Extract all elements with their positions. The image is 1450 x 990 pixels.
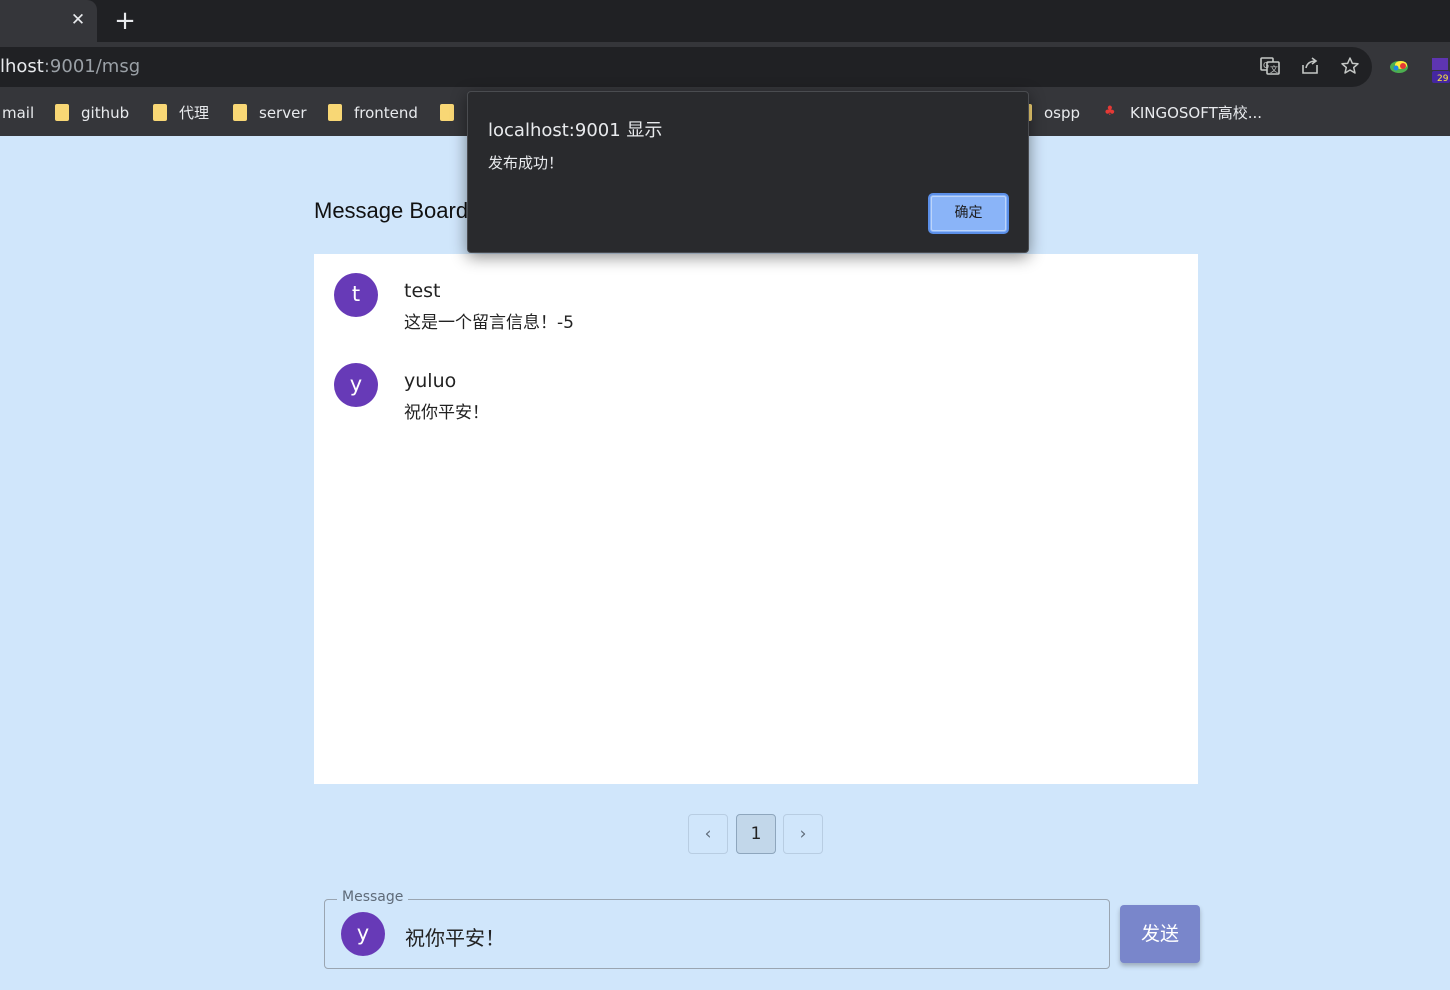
avatar: y (334, 363, 378, 407)
new-tab-icon[interactable]: + (113, 8, 137, 34)
colorful-extension-icon[interactable] (1387, 54, 1413, 80)
avatar: y (341, 912, 385, 956)
folder-icon (440, 103, 454, 121)
purple-extension-icon[interactable]: 29 (1428, 56, 1450, 84)
translate-icon[interactable]: G文 (1259, 56, 1281, 78)
bookmark-github[interactable]: github (55, 94, 129, 134)
bookmark-label: mail (2, 104, 35, 122)
alert-dialog: localhost:9001 显示 发布成功！ 确定 (467, 91, 1029, 253)
extension-badge: 29 (1437, 74, 1449, 84)
tab-strip: ✕ + (0, 0, 1450, 42)
bookmark-hidden-folder[interactable] (440, 94, 466, 134)
bookmark-label: server (259, 104, 307, 122)
bookmark-label: github (81, 104, 130, 122)
kingosoft-icon: ♣ (1104, 104, 1116, 119)
svg-text:G: G (1263, 61, 1269, 70)
bookmark-label: 代理 (179, 104, 210, 122)
next-page-button[interactable]: › (783, 814, 823, 854)
message-username: yuluo (404, 370, 457, 392)
svg-text:文: 文 (1270, 64, 1278, 74)
url-path: :9001/msg (43, 56, 141, 77)
url-host: lhost (0, 56, 44, 77)
message-text: 祝你平安！ (404, 403, 489, 423)
message-username: test (404, 280, 441, 302)
bookmark-mail[interactable]: mail (2, 94, 34, 134)
bookmark-label: ospp (1044, 104, 1081, 122)
bookmark-label: KINGOSOFT高校... (1130, 104, 1263, 122)
ok-button[interactable]: 确定 (928, 193, 1009, 234)
chevron-left-icon: ‹ (704, 824, 712, 844)
bookmark-label: frontend (354, 104, 418, 122)
send-button[interactable]: 发送 (1120, 905, 1200, 963)
url-text[interactable]: lhost:9001/msg (0, 47, 140, 87)
address-bar[interactable]: lhost:9001/msg G文 (0, 47, 1372, 87)
chevron-right-icon: › (799, 824, 807, 844)
folder-icon (55, 103, 69, 121)
list-item: t test 这是一个留言信息！-5 (334, 272, 1174, 333)
page-1-button[interactable]: 1 (736, 814, 776, 854)
bookmark-kingosoft[interactable]: ♣ KINGOSOFT高校... (1104, 94, 1262, 134)
page-title: Message Board (314, 198, 469, 223)
dialog-message: 发布成功！ (488, 154, 564, 172)
message-input[interactable]: Message y 祝你平安！ (324, 889, 1110, 969)
folder-icon (328, 103, 342, 121)
message-text: 这是一个留言信息！-5 (404, 313, 574, 333)
message-input-value[interactable]: 祝你平安！ (405, 922, 505, 951)
message-list: t test 这是一个留言信息！-5 y yuluo 祝你平安！ (314, 254, 1198, 784)
tab-close-icon[interactable]: ✕ (68, 10, 88, 30)
prev-page-button[interactable]: ‹ (688, 814, 728, 854)
folder-icon (153, 103, 167, 121)
list-item: y yuluo 祝你平安！ (334, 362, 1174, 423)
avatar: t (334, 273, 378, 317)
bookmark-server[interactable]: server (233, 94, 306, 134)
star-icon[interactable] (1339, 56, 1361, 78)
bookmark-proxy[interactable]: 代理 (153, 94, 209, 134)
share-icon[interactable] (1299, 56, 1321, 78)
bookmark-frontend[interactable]: frontend (328, 94, 418, 134)
browser-toolbar: lhost:9001/msg G文 29 (0, 42, 1450, 94)
dialog-title: localhost:9001 显示 (488, 120, 663, 141)
active-tab[interactable]: ✕ (0, 0, 97, 42)
message-input-label: Message (337, 889, 409, 905)
folder-icon (233, 103, 247, 121)
